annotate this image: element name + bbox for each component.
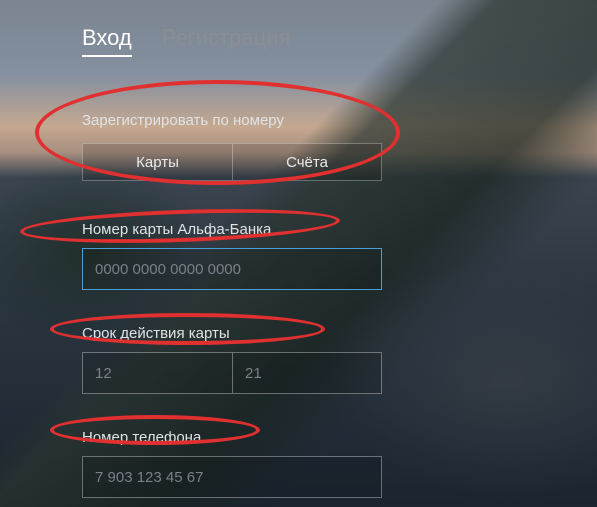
expiry-label: Срок действия карты <box>82 325 515 342</box>
phone-input[interactable] <box>82 456 382 498</box>
toggle-card[interactable]: Карты <box>82 143 232 181</box>
toggle-account[interactable]: Счёта <box>232 143 382 181</box>
register-by-toggle: Карты Счёта <box>82 143 515 181</box>
tab-login[interactable]: Вход <box>82 25 132 57</box>
card-number-label: Номер карты Альфа-Банка <box>82 221 515 238</box>
expiry-year-input[interactable] <box>232 352 382 394</box>
expiry-month-input[interactable] <box>82 352 232 394</box>
card-number-input[interactable] <box>82 248 382 290</box>
tab-register[interactable]: Регистрация <box>162 25 291 57</box>
register-by-label: Зарегистрировать по номеру <box>82 112 515 129</box>
auth-tabs: Вход Регистрация <box>82 25 515 57</box>
phone-label: Номер телефона <box>82 429 515 446</box>
